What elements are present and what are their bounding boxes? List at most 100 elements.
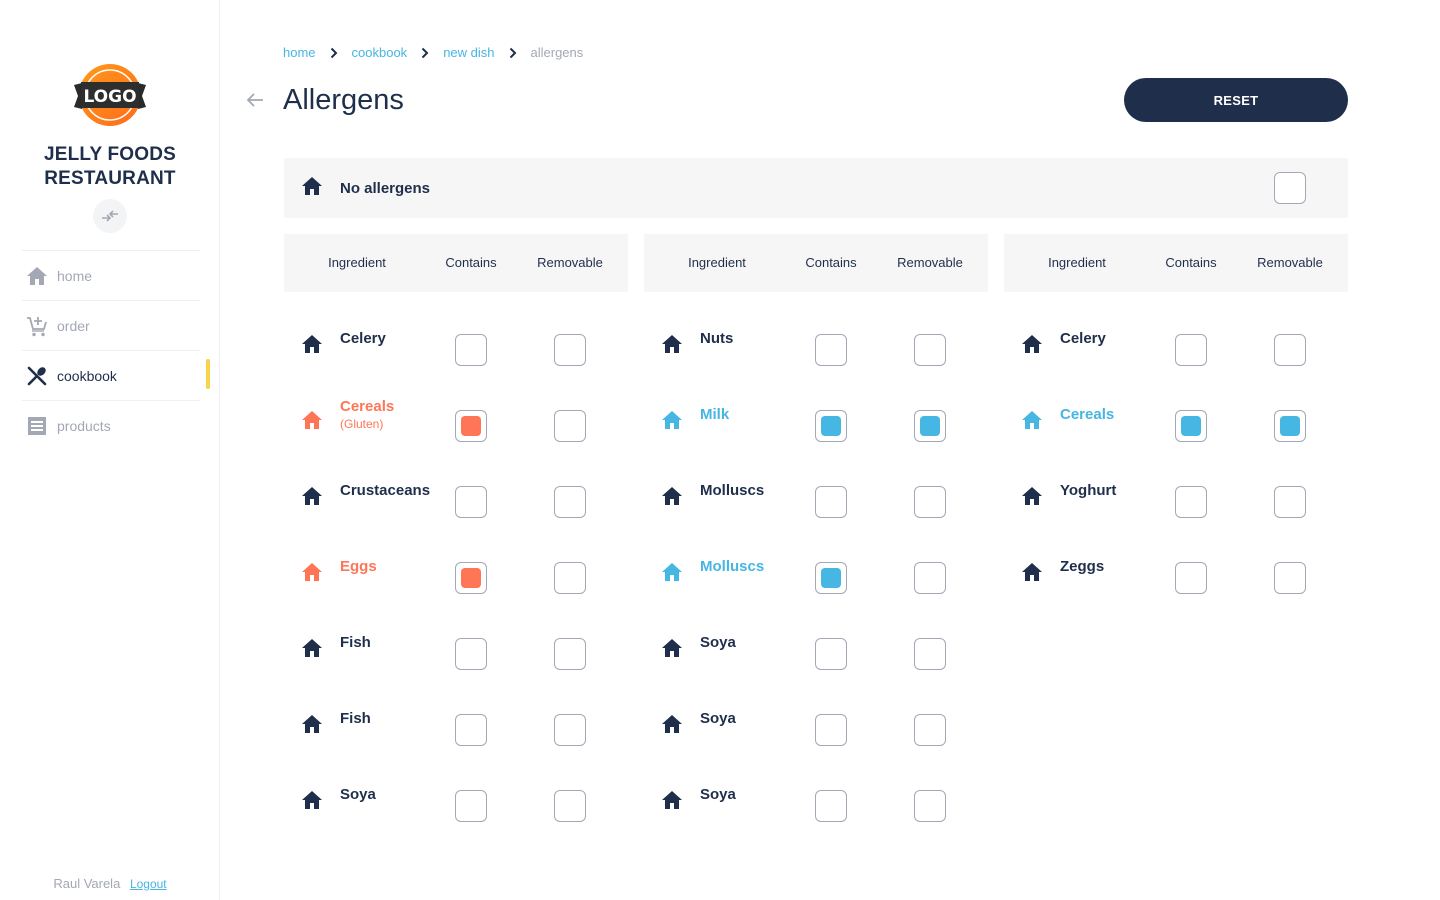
breadcrumb-home[interactable]: home: [283, 45, 316, 60]
removable-checkbox[interactable]: [914, 638, 946, 670]
removable-checkbox[interactable]: [914, 790, 946, 822]
active-nav-indicator: [206, 359, 210, 389]
sidebar-nav: home order cookbook products: [22, 250, 200, 450]
ingredient-label: Cereals: [1060, 406, 1115, 423]
removable-checkbox[interactable]: [1274, 562, 1306, 594]
ingredient-label: Eggs: [340, 558, 377, 575]
breadcrumb-cookbook[interactable]: cookbook: [352, 45, 408, 60]
contains-checkbox[interactable]: [815, 714, 847, 746]
removable-checkbox[interactable]: [1274, 486, 1306, 518]
contains-checkbox[interactable]: [455, 714, 487, 746]
home-icon: [302, 487, 322, 510]
home-icon: [1022, 411, 1042, 434]
table-row: Molluscs: [644, 456, 988, 532]
table-row: Cereals (Gluten): [284, 380, 628, 456]
header-removable: Removable: [537, 255, 603, 270]
breadcrumb: home cookbook new dish allergens: [283, 45, 583, 60]
ingredient-label: Zeggs: [1060, 558, 1105, 575]
collapse-sidebar-button[interactable]: [93, 199, 127, 233]
ingredient-label: Nuts: [700, 330, 734, 347]
sidebar-item-cookbook[interactable]: cookbook: [22, 350, 200, 400]
sidebar-item-label: cookbook: [57, 367, 117, 384]
checkbox-checked-mark: [461, 568, 481, 588]
contains-checkbox[interactable]: [455, 638, 487, 670]
table-row: Milk: [644, 380, 988, 456]
removable-checkbox[interactable]: [554, 334, 586, 366]
brand-line-2: RESTAURANT: [44, 168, 176, 189]
home-icon: [302, 176, 322, 200]
ingredient-label: Celery: [1060, 330, 1106, 347]
removable-checkbox[interactable]: [914, 410, 946, 442]
contains-checkbox[interactable]: [455, 486, 487, 518]
back-button[interactable]: [244, 89, 266, 111]
logout-link[interactable]: Logout: [130, 877, 167, 891]
no-allergens-checkbox[interactable]: [1274, 172, 1306, 204]
contains-checkbox[interactable]: [1175, 334, 1207, 366]
sidebar-item-products[interactable]: products: [22, 400, 200, 450]
contains-checkbox[interactable]: [455, 334, 487, 366]
reset-button[interactable]: RESET: [1124, 78, 1348, 122]
user-bar: Raul Varela Logout: [0, 876, 220, 891]
contains-checkbox[interactable]: [815, 562, 847, 594]
removable-checkbox[interactable]: [914, 562, 946, 594]
removable-checkbox[interactable]: [914, 714, 946, 746]
ingredient-sublabel: (Gluten): [340, 417, 384, 431]
checkbox-checked-mark: [920, 416, 940, 436]
sidebar-item-label: order: [57, 317, 90, 334]
removable-checkbox[interactable]: [914, 334, 946, 366]
contains-checkbox[interactable]: [455, 410, 487, 442]
breadcrumb-allergens: allergens: [530, 45, 584, 60]
removable-checkbox[interactable]: [554, 410, 586, 442]
table-row: Yoghurt: [1004, 456, 1348, 532]
ingredient-label: Soya: [700, 710, 736, 727]
chevron-right-icon: [330, 47, 338, 59]
removable-checkbox[interactable]: [1274, 334, 1306, 366]
ingredient-name: Yoghurt: [1060, 482, 1116, 500]
sidebar-item-order[interactable]: order: [22, 300, 200, 350]
user-name: Raul Varela: [53, 876, 121, 891]
contains-checkbox[interactable]: [815, 638, 847, 670]
sidebar-item-label: products: [57, 417, 111, 434]
contains-checkbox[interactable]: [815, 334, 847, 366]
home-icon: [662, 639, 682, 662]
ingredient-name: Cereals (Gluten): [340, 398, 394, 432]
removable-checkbox[interactable]: [1274, 410, 1306, 442]
contains-checkbox[interactable]: [815, 486, 847, 518]
table-row: Crustaceans: [284, 456, 628, 532]
removable-checkbox[interactable]: [554, 562, 586, 594]
contains-checkbox[interactable]: [815, 410, 847, 442]
ingredient-name: Fish: [340, 634, 371, 652]
ingredient-name: Eggs: [340, 558, 377, 576]
ingredient-label: Cereals: [340, 398, 395, 415]
breadcrumb-new-dish[interactable]: new dish: [443, 45, 494, 60]
home-icon: [302, 335, 322, 358]
home-icon: [302, 715, 322, 738]
checkbox-checked-mark: [461, 416, 481, 436]
table-header: Ingredient Contains Removable: [644, 234, 988, 292]
contains-checkbox[interactable]: [455, 562, 487, 594]
table-row: Celery: [284, 304, 628, 380]
removable-checkbox[interactable]: [554, 714, 586, 746]
home-icon: [662, 715, 682, 738]
removable-checkbox[interactable]: [554, 638, 586, 670]
header-removable: Removable: [897, 255, 963, 270]
contains-checkbox[interactable]: [1175, 410, 1207, 442]
checkbox-checked-mark: [1181, 416, 1201, 436]
ingredient-label: Soya: [700, 634, 736, 651]
ingredient-label: Celery: [340, 330, 386, 347]
contains-checkbox[interactable]: [455, 790, 487, 822]
header-contains: Contains: [445, 255, 497, 270]
ingredient-label: Soya: [340, 786, 376, 803]
allergen-column-1: Ingredient Contains Removable Celery Cereals…: [284, 234, 628, 836]
removable-checkbox[interactable]: [914, 486, 946, 518]
contains-checkbox[interactable]: [1175, 486, 1207, 518]
contains-checkbox[interactable]: [815, 790, 847, 822]
sidebar-item-home[interactable]: home: [22, 250, 200, 300]
header-removable: Removable: [1257, 255, 1323, 270]
removable-checkbox[interactable]: [554, 486, 586, 518]
ingredient-name: Milk: [700, 406, 729, 424]
ingredient-name: Soya: [700, 786, 736, 804]
removable-checkbox[interactable]: [554, 790, 586, 822]
contains-checkbox[interactable]: [1175, 562, 1207, 594]
ingredient-name: Soya: [340, 786, 376, 804]
